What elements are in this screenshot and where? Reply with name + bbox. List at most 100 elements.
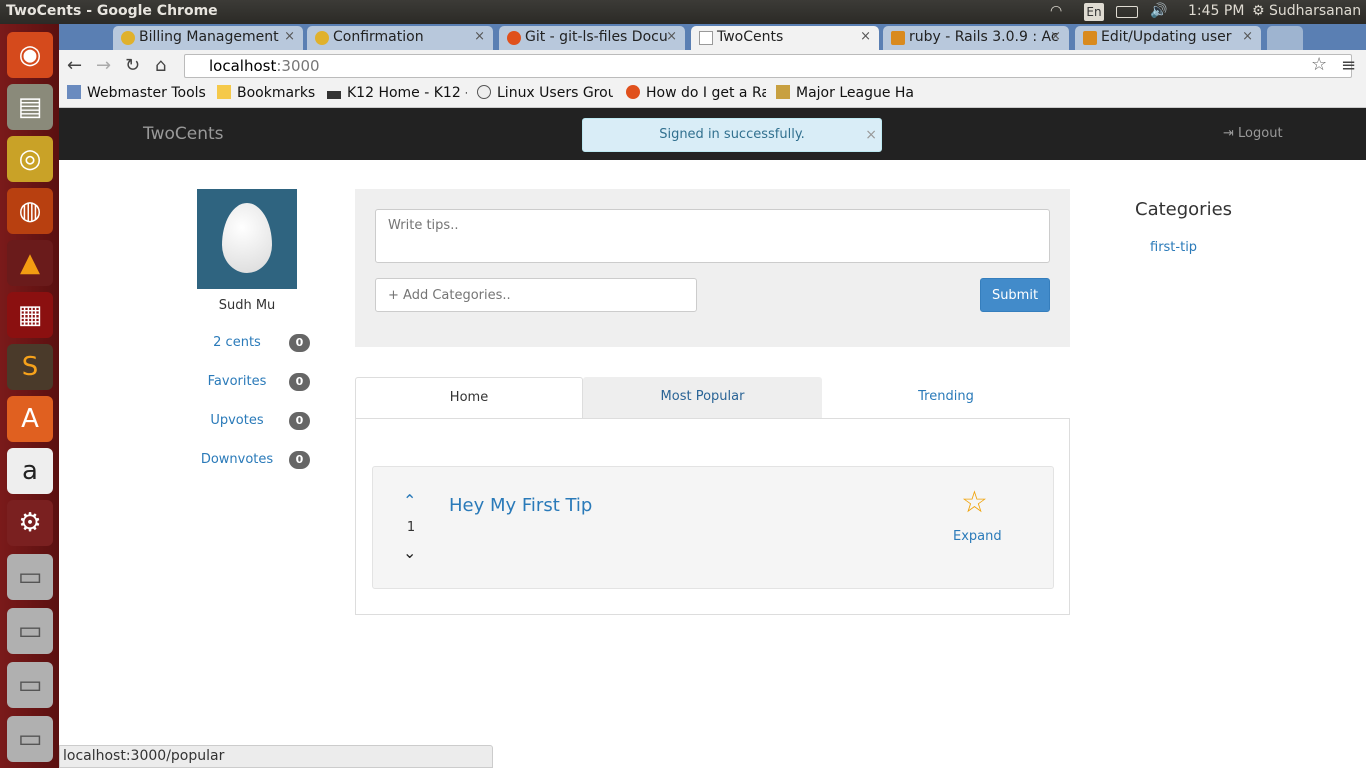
address-bar[interactable]: localhost:3000	[184, 54, 1352, 78]
close-icon[interactable]: ×	[865, 119, 877, 151]
tip-textarea[interactable]	[375, 209, 1050, 263]
bookmark-favicon	[67, 85, 81, 99]
browser-toolbar: ← → ↻ ⌂ localhost:3000 ☆ ≡	[59, 50, 1366, 82]
bookmark-favicon	[477, 85, 491, 99]
tab-favicon	[121, 31, 135, 45]
chevron-down-icon[interactable]: ⌄	[403, 543, 416, 562]
browser-tabstrip: Billing Management × Confirmation × Git …	[59, 24, 1366, 50]
tab-title: TwoCents	[717, 29, 784, 45]
expand-link[interactable]: Expand	[953, 529, 1002, 544]
menu-icon[interactable]: ≡	[1341, 55, 1356, 76]
browser-tab[interactable]: Billing Management ×	[113, 26, 303, 50]
stat-badge: 0	[289, 412, 310, 430]
browser-tab[interactable]: Git - git-ls-files Docu ×	[499, 26, 685, 50]
drive-icon[interactable]: ▭	[7, 662, 53, 708]
star-icon[interactable]: ☆	[961, 485, 988, 520]
tab-home[interactable]: Home	[355, 377, 583, 419]
url-port: :3000	[276, 57, 320, 75]
flash-message: Signed in successfully. ×	[582, 118, 882, 152]
bookmark-item[interactable]: Linux Users Grou	[477, 85, 613, 101]
logout-icon: ⇥	[1223, 126, 1234, 141]
ubuntu-icon[interactable]: ◉	[7, 32, 53, 78]
tab-favicon	[315, 31, 329, 45]
browser-tab[interactable]: Edit/Updating user ×	[1075, 26, 1261, 50]
bookmark-folder[interactable]: Bookmarks	[217, 85, 317, 101]
category-link[interactable]: first-tip	[1150, 240, 1197, 255]
tab-favicon	[507, 31, 521, 45]
files-icon[interactable]: ▤	[7, 84, 53, 130]
stat-link-downvotes[interactable]: Downvotes	[177, 452, 297, 467]
stat-link-cents[interactable]: 2 cents	[177, 335, 297, 350]
terminal-icon[interactable]: ▦	[7, 292, 53, 338]
stat-badge: 0	[289, 334, 310, 352]
close-icon[interactable]: ×	[666, 29, 677, 44]
volume-icon[interactable]: 🔊	[1150, 3, 1167, 19]
tab-favicon	[1083, 31, 1097, 45]
os-top-panel: TwoCents - Google Chrome ◠ En 🔊 1:45 PM …	[0, 0, 1366, 24]
reload-icon[interactable]: ↻	[125, 55, 140, 76]
tab-title: Confirmation	[333, 29, 424, 45]
tab-favicon	[699, 31, 713, 45]
browser-tab-active[interactable]: TwoCents ×	[691, 26, 879, 50]
bookmark-star-icon[interactable]: ☆	[1311, 54, 1327, 75]
chevron-up-icon[interactable]: ⌃	[403, 491, 416, 510]
sublime-icon[interactable]: S	[7, 344, 53, 390]
settings-icon[interactable]: ⚙	[7, 500, 53, 546]
tab-title: Edit/Updating user	[1101, 29, 1232, 45]
wifi-icon[interactable]: ◠	[1050, 3, 1062, 19]
user-name: Sudharsanan	[1269, 3, 1362, 19]
bookmark-favicon	[327, 91, 341, 99]
stat-badge: 0	[289, 451, 310, 469]
tab-most-popular[interactable]: Most Popular	[583, 377, 822, 419]
stat-link-upvotes[interactable]: Upvotes	[177, 413, 297, 428]
close-icon[interactable]: ×	[474, 29, 485, 44]
firefox-icon[interactable]: ◍	[7, 188, 53, 234]
bookmarks-bar: Webmaster Tools Bookmarks K12 Home - K12…	[59, 82, 1366, 108]
categories-heading: Categories	[1135, 199, 1233, 220]
categories-input[interactable]	[375, 278, 697, 312]
vote-count: 1	[406, 520, 416, 535]
url-host: localhost	[209, 57, 277, 75]
forward-icon[interactable]: →	[96, 55, 111, 76]
back-icon[interactable]: ←	[67, 55, 82, 76]
submit-button[interactable]: Submit	[980, 278, 1050, 312]
bookmark-item[interactable]: Webmaster Tools	[67, 85, 207, 101]
home-icon[interactable]: ⌂	[155, 55, 166, 76]
bookmark-item[interactable]: Major League Ha	[776, 85, 916, 101]
stat-link-favorites[interactable]: Favorites	[177, 374, 297, 389]
drive-icon[interactable]: ▭	[7, 716, 53, 762]
browser-tab[interactable]: ruby - Rails 3.0.9 : Ac ×	[883, 26, 1069, 50]
chrome-icon[interactable]: ◎	[7, 136, 53, 182]
tab-favicon	[891, 31, 905, 45]
bookmark-favicon	[626, 85, 640, 99]
battery-icon[interactable]	[1116, 6, 1138, 18]
keyboard-language-indicator[interactable]: En	[1084, 3, 1104, 21]
browser-tab[interactable]: Confirmation ×	[307, 26, 493, 50]
clock[interactable]: 1:45 PM	[1188, 3, 1244, 19]
close-icon[interactable]: ×	[860, 29, 871, 44]
drive-icon[interactable]: ▭	[7, 554, 53, 600]
stat-badge: 0	[289, 373, 310, 391]
bookmark-item[interactable]: How do I get a Ra	[626, 85, 766, 101]
vlc-icon[interactable]: ▲	[7, 240, 53, 286]
egg-avatar-icon	[222, 203, 272, 273]
new-tab-button[interactable]	[1267, 26, 1303, 50]
software-center-icon[interactable]: A	[7, 396, 53, 442]
amazon-icon[interactable]: a	[7, 448, 53, 494]
logout-link[interactable]: ⇥ Logout	[1223, 126, 1283, 141]
close-icon[interactable]: ×	[284, 29, 295, 44]
brand-link[interactable]: TwoCents	[143, 124, 224, 144]
folder-icon	[217, 85, 231, 99]
tip-title-link[interactable]: Hey My First Tip	[449, 495, 592, 516]
drive-icon[interactable]: ▭	[7, 608, 53, 654]
close-icon[interactable]: ×	[1242, 29, 1253, 44]
tip-form: Submit	[355, 189, 1070, 347]
bookmark-favicon	[776, 85, 790, 99]
tab-trending[interactable]: Trending	[822, 377, 1070, 419]
user-menu[interactable]: ⚙ Sudharsanan	[1252, 3, 1361, 19]
close-icon[interactable]: ×	[1050, 29, 1061, 44]
tab-title: Billing Management	[139, 29, 279, 45]
tip-card: ⌃ 1 ⌄ Hey My First Tip ☆ Expand	[372, 466, 1054, 589]
unity-launcher: ◉ ▤ ◎ ◍ ▲ ▦ S A a ⚙ ▭ ▭ ▭ ▭	[0, 24, 59, 768]
bookmark-item[interactable]: K12 Home - K12 -	[327, 85, 467, 101]
